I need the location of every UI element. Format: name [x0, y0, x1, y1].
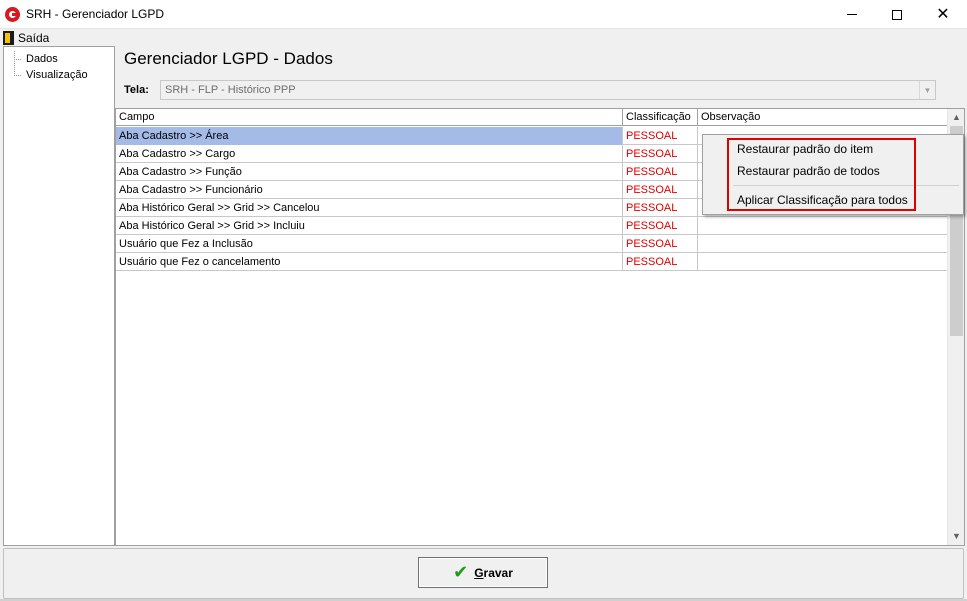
scroll-up-icon[interactable]: ▲	[948, 109, 965, 126]
column-header-campo[interactable]: Campo	[116, 109, 623, 126]
cell-classificacao[interactable]: PESSOAL	[623, 181, 698, 199]
exit-door-icon	[3, 30, 14, 45]
table-row[interactable]: Aba Histórico Geral >> Grid >> Incluiu P…	[116, 217, 947, 235]
sidebar-item-dados[interactable]: Dados	[26, 52, 58, 66]
cell-campo[interactable]: Usuário que Fez a Inclusão	[116, 235, 623, 253]
cell-observacao[interactable]	[698, 253, 947, 271]
sidebar-tree: Dados Visualização	[3, 46, 115, 546]
menu-bar: Saída	[0, 29, 967, 46]
minimize-button[interactable]	[829, 0, 875, 29]
tree-connector	[14, 51, 15, 76]
cell-campo[interactable]: Aba Cadastro >> Área	[116, 127, 623, 145]
cell-campo[interactable]: Aba Cadastro >> Função	[116, 163, 623, 181]
main-area: Dados Visualização Gerenciador LGPD - Da…	[0, 46, 967, 601]
cell-campo[interactable]: Usuário que Fez o cancelamento	[116, 253, 623, 271]
column-header-classificacao[interactable]: Classificação	[623, 109, 698, 126]
tela-select[interactable]: SRH - FLP - Histórico PPP ▼	[160, 80, 936, 100]
tela-select-value: SRH - FLP - Histórico PPP	[165, 84, 296, 96]
save-button-mnemonic: G	[474, 565, 484, 580]
minimize-icon	[847, 14, 857, 15]
maximize-icon	[892, 9, 902, 20]
tree-connector	[14, 75, 21, 76]
cell-classificacao[interactable]: PESSOAL	[623, 235, 698, 253]
cell-classificacao[interactable]: PESSOAL	[623, 145, 698, 163]
save-button[interactable]: ✔ Gravar	[418, 557, 548, 588]
title-bar: SRH - Gerenciador LGPD ✕	[0, 0, 967, 29]
scroll-down-icon[interactable]: ▼	[948, 528, 965, 545]
cell-classificacao[interactable]: PESSOAL	[623, 163, 698, 181]
window-title: SRH - Gerenciador LGPD	[26, 7, 165, 21]
check-icon: ✔	[453, 562, 469, 582]
tela-label: Tela:	[124, 84, 149, 96]
cell-classificacao[interactable]: PESSOAL	[623, 217, 698, 235]
table-row[interactable]: Usuário que Fez a Inclusão PESSOAL	[116, 235, 947, 253]
chevron-down-icon[interactable]: ▼	[919, 81, 935, 99]
app-logo-icon	[5, 7, 20, 22]
page-title: Gerenciador LGPD - Dados	[124, 49, 333, 68]
table-row[interactable]: Usuário que Fez o cancelamento PESSOAL	[116, 253, 947, 271]
menu-exit-label: Saída	[18, 30, 50, 45]
save-button-label: ravar	[483, 565, 513, 580]
column-header-observacao[interactable]: Observação	[698, 109, 948, 126]
cell-classificacao[interactable]: PESSOAL	[623, 253, 698, 271]
cell-campo[interactable]: Aba Histórico Geral >> Grid >> Cancelou	[116, 199, 623, 217]
cell-campo[interactable]: Aba Cadastro >> Funcionário	[116, 181, 623, 199]
cell-classificacao[interactable]: PESSOAL	[623, 199, 698, 217]
close-button[interactable]: ✕	[920, 0, 966, 29]
cell-campo[interactable]: Aba Cadastro >> Cargo	[116, 145, 623, 163]
highlight-annotation-box	[727, 138, 916, 211]
close-icon: ✕	[936, 5, 950, 23]
grid-header: Campo Classificação Observação	[116, 109, 948, 126]
maximize-button[interactable]	[874, 0, 920, 29]
cell-campo[interactable]: Aba Histórico Geral >> Grid >> Incluiu	[116, 217, 623, 235]
cell-observacao[interactable]	[698, 217, 947, 235]
sidebar-item-visualizacao[interactable]: Visualização	[26, 68, 88, 82]
menu-exit[interactable]: Saída	[3, 29, 49, 46]
cell-observacao[interactable]	[698, 235, 947, 253]
tree-connector	[14, 59, 21, 60]
cell-classificacao[interactable]: PESSOAL	[623, 127, 698, 145]
